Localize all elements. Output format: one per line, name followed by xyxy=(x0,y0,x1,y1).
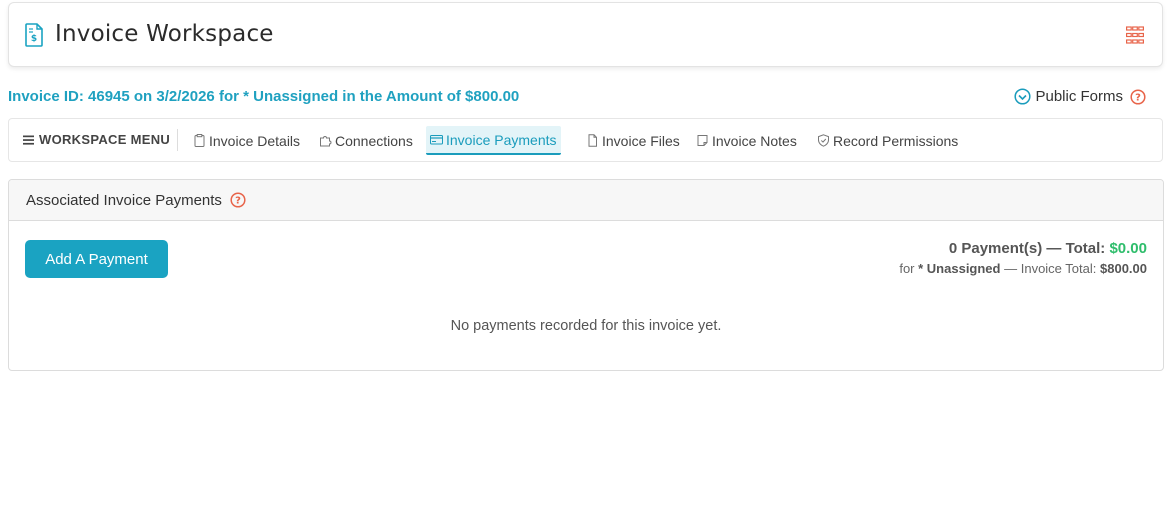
invoice-summary: Invoice ID: 46945 on 3/2/2026 for * Unas… xyxy=(8,88,520,105)
help-circle-icon[interactable]: ? xyxy=(1130,88,1146,105)
workspace-header: $ Invoice Workspace xyxy=(8,2,1163,67)
svg-text:?: ? xyxy=(1135,92,1141,103)
tab-connections[interactable]: Connections xyxy=(315,126,417,155)
payment-totals: 0 Payment(s) — Total: $0.00 for * Unassi… xyxy=(899,240,1147,276)
page-title: Invoice Workspace xyxy=(55,21,274,47)
payment-count-line: 0 Payment(s) — Total: $0.00 xyxy=(948,240,1147,257)
file-icon xyxy=(588,134,597,147)
hamburger-icon xyxy=(23,135,34,145)
invoice-dollar-icon: $ xyxy=(25,23,43,47)
grid-menu-icon[interactable] xyxy=(1126,26,1144,44)
workspace-menu-label: WORKSPACE MENU xyxy=(39,132,171,147)
tab-invoice-notes[interactable]: Invoice Notes xyxy=(692,126,801,155)
clipboard-icon xyxy=(194,134,205,147)
help-circle-icon[interactable]: ? xyxy=(230,192,246,208)
public-forms-toggle[interactable]: Public Forms ? xyxy=(1014,88,1146,105)
puzzle-icon xyxy=(320,136,332,147)
shield-icon xyxy=(818,134,829,147)
assignee-name: * Unassigned xyxy=(918,261,1001,276)
panel-header: Associated Invoice Payments ? xyxy=(9,180,1163,221)
note-icon xyxy=(697,135,708,146)
empty-state-message: No payments recorded for this invoice ye… xyxy=(450,318,722,334)
panel-title: Associated Invoice Payments xyxy=(26,191,222,209)
menu-divider xyxy=(177,129,178,151)
invoice-total-amount: $800.00 xyxy=(1100,261,1147,276)
invoice-total-line: for * Unassigned — Invoice Total: $800.0… xyxy=(899,261,1147,276)
svg-text:?: ? xyxy=(235,196,241,207)
tab-invoice-details[interactable]: Invoice Details xyxy=(189,126,304,155)
workspace-menu-bar: WORKSPACE MENU Invoice Details Connectio… xyxy=(8,118,1163,162)
tab-invoice-files[interactable]: Invoice Files xyxy=(582,126,684,155)
add-payment-button[interactable]: Add A Payment xyxy=(25,240,168,278)
workspace-menu-toggle[interactable]: WORKSPACE MENU xyxy=(23,132,170,147)
credit-card-icon xyxy=(430,135,443,145)
public-forms-label: Public Forms xyxy=(1035,88,1123,105)
svg-text:$: $ xyxy=(31,34,37,44)
payments-panel: Associated Invoice Payments ? Add A Paym… xyxy=(8,179,1164,371)
check-circle-icon xyxy=(1014,88,1032,105)
tab-invoice-payments[interactable]: Invoice Payments xyxy=(426,126,561,155)
tab-record-permissions[interactable]: Record Permissions xyxy=(813,126,962,155)
payments-total-amount: $0.00 xyxy=(1109,240,1147,257)
